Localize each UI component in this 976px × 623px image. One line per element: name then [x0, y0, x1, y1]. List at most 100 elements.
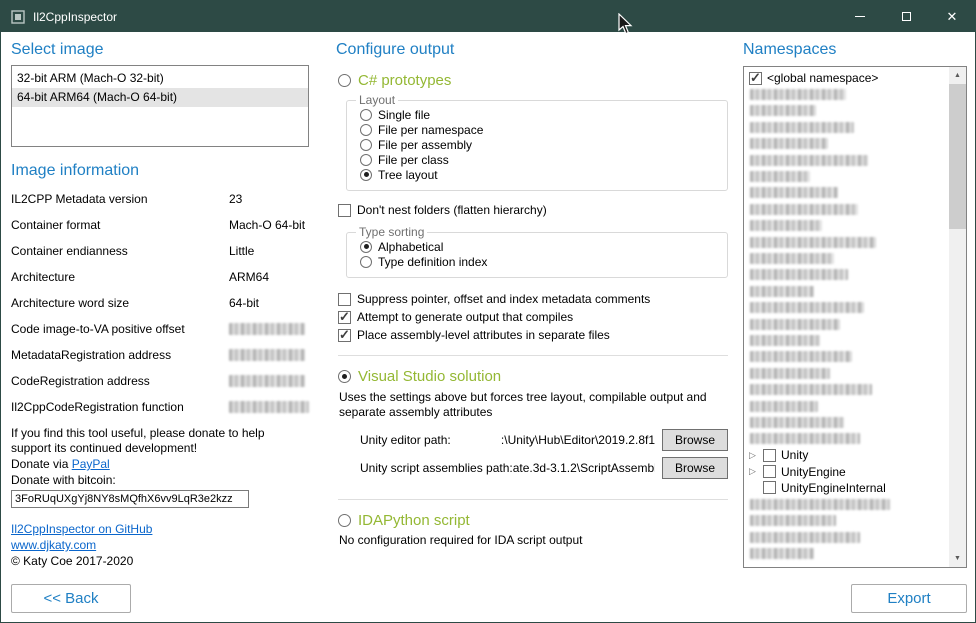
unity-editor-browse-button[interactable]: Browse	[662, 429, 728, 451]
redacted-namespace	[750, 417, 844, 428]
namespace-item	[749, 316, 948, 332]
single-file-label: Single file	[378, 108, 430, 122]
flatten-checkbox[interactable]	[338, 204, 351, 217]
redacted-namespace	[750, 253, 834, 264]
type-definition-index-radio[interactable]	[360, 256, 372, 268]
redacted-namespace	[750, 384, 872, 395]
type-sorting-alphabetical: Alphabetical	[360, 239, 727, 254]
image-list-item[interactable]: 64-bit ARM64 (Mach-O 64-bit)	[12, 88, 308, 107]
expander-icon[interactable]: ▷	[749, 466, 763, 477]
csharp-prototypes-radio[interactable]	[338, 74, 351, 87]
expander-icon[interactable]: ▷	[749, 450, 763, 461]
donate-text: If you find this tool useful, please don…	[11, 426, 305, 456]
csharp-prototypes-label: C# prototypes	[358, 72, 451, 89]
namespace-checkbox[interactable]	[763, 465, 776, 478]
scrollbar-thumb[interactable]	[949, 84, 966, 229]
generate-compiles-checkbox[interactable]	[338, 311, 351, 324]
redacted-namespace	[750, 548, 814, 559]
image-info-table: IL2CPP Metadata version23Container forma…	[11, 186, 309, 420]
file-per-namespace-radio[interactable]	[360, 124, 372, 136]
type-sorting-definition-index: Type definition index	[360, 254, 727, 269]
vs-solution-radio[interactable]	[338, 370, 351, 383]
type-sorting-group: Type sorting Alphabetical Type definitio…	[346, 225, 728, 278]
image-list-item[interactable]: 32-bit ARM (Mach-O 32-bit)	[12, 69, 308, 88]
unity-editor-path-row: Unity editor path: :\Unity\Hub\Editor\20…	[360, 429, 728, 451]
redacted-value	[229, 401, 309, 413]
idapython-radio[interactable]	[338, 514, 351, 527]
unity-editor-path-value[interactable]: :\Unity\Hub\Editor\2019.2.8f1	[451, 433, 655, 447]
namespace-item	[749, 365, 948, 381]
vs-solution-label: Visual Studio solution	[358, 368, 501, 385]
layout-option-single-file: Single file	[360, 107, 727, 122]
tree-layout-radio[interactable]	[360, 169, 372, 181]
namespace-item[interactable]: ▷Unity	[749, 447, 948, 463]
file-per-class-radio[interactable]	[360, 154, 372, 166]
redacted-namespace	[750, 351, 852, 362]
close-button[interactable]: ✕	[929, 1, 975, 32]
maximize-icon	[902, 12, 911, 21]
layout-option-file-per-class: File per class	[360, 152, 727, 167]
attributes-option: Place assembly-level attributes in separ…	[338, 328, 728, 342]
single-file-radio[interactable]	[360, 109, 372, 121]
redacted-namespace	[750, 122, 854, 133]
namespace-checkbox[interactable]	[749, 72, 762, 85]
redacted-namespace	[750, 499, 890, 510]
export-button[interactable]: Export	[851, 584, 967, 613]
namespace-item[interactable]: ▷ UnityEngine	[749, 463, 948, 479]
info-value: Mach-O 64-bit	[229, 218, 305, 232]
redacted-namespace	[750, 187, 838, 198]
namespace-checkbox[interactable]	[763, 449, 776, 462]
suppress-metadata-checkbox[interactable]	[338, 293, 351, 306]
bitcoin-address-input[interactable]	[11, 490, 249, 508]
namespace-label: UnityEngine	[781, 465, 846, 479]
namespace-item[interactable]: UnityEngineInternal	[749, 480, 948, 496]
namespaces-panel: Namespaces <global namespace>▷Unity▷Unit…	[743, 40, 967, 622]
info-key: Container endianness	[11, 244, 229, 258]
redacted-namespace	[750, 138, 828, 149]
unity-editor-path-label: Unity editor path:	[360, 433, 451, 447]
info-key: IL2CPP Metadata version	[11, 192, 229, 206]
info-key: Il2CppCodeRegistration function	[11, 400, 229, 414]
namespace-label: UnityEngineInternal	[781, 481, 886, 495]
namespace-item	[749, 414, 948, 430]
separate-attributes-label: Place assembly-level attributes in separ…	[357, 328, 610, 342]
namespace-list-items: <global namespace>▷Unity▷UnityEngineUnit…	[749, 70, 948, 562]
scroll-down-icon[interactable]: ▼	[949, 550, 966, 567]
namespace-item	[749, 349, 948, 365]
window-controls: ✕	[837, 1, 975, 32]
info-key: CodeRegistration address	[11, 374, 229, 388]
namespace-item	[749, 513, 948, 529]
type-definition-index-label: Type definition index	[378, 255, 487, 269]
unity-assemblies-browse-button[interactable]: Browse	[662, 457, 728, 479]
namespace-item	[749, 431, 948, 447]
unity-assemblies-path-value[interactable]: ate.3d-3.1.2\ScriptAssemblies	[513, 461, 655, 475]
namespace-item[interactable]: <global namespace>	[749, 70, 948, 86]
back-button[interactable]: << Back	[11, 584, 131, 613]
alphabetical-radio[interactable]	[360, 241, 372, 253]
layout-option-tree-layout: Tree layout	[360, 167, 727, 182]
titlebar: Il2CppInspector ✕	[1, 1, 975, 32]
namespace-item	[749, 299, 948, 315]
paypal-link[interactable]: PayPal	[72, 457, 110, 471]
github-link[interactable]: Il2CppInspector on GitHub	[11, 522, 152, 536]
redacted-namespace	[750, 286, 814, 297]
maximize-button[interactable]	[883, 1, 929, 32]
namespace-list[interactable]: <global namespace>▷Unity▷UnityEngineUnit…	[743, 66, 967, 568]
separate-attributes-checkbox[interactable]	[338, 329, 351, 342]
namespace-label: <global namespace>	[767, 71, 878, 85]
scroll-up-icon[interactable]: ▲	[949, 67, 966, 84]
redacted-namespace	[750, 335, 820, 346]
layout-group: Layout Single file File per namespace Fi…	[346, 93, 728, 191]
namespace-scrollbar[interactable]: ▲ ▼	[949, 67, 966, 567]
minimize-button[interactable]	[837, 1, 883, 32]
namespace-item	[749, 86, 948, 102]
website-link[interactable]: www.djkaty.com	[11, 538, 96, 552]
namespace-checkbox[interactable]	[763, 481, 776, 494]
redacted-namespace	[750, 368, 830, 379]
file-per-assembly-radio[interactable]	[360, 139, 372, 151]
info-row: ArchitectureARM64	[11, 264, 309, 290]
redacted-value	[229, 349, 305, 361]
namespace-item	[749, 136, 948, 152]
compiles-option: Attempt to generate output that compiles	[338, 310, 728, 324]
image-list[interactable]: 32-bit ARM (Mach-O 32-bit)64-bit ARM64 (…	[11, 65, 309, 147]
